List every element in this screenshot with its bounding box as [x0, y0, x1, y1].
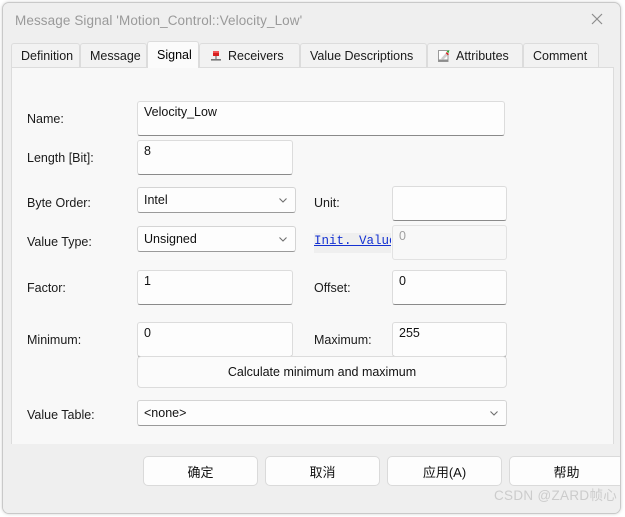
tab-comment[interactable]: Comment — [523, 43, 599, 67]
tab-receivers[interactable]: Receivers — [199, 43, 300, 67]
calculate-min-max-button[interactable]: Calculate minimum and maximum — [137, 356, 507, 388]
node-icon — [209, 49, 223, 63]
byte-order-value: Intel — [144, 193, 168, 207]
name-input[interactable]: Velocity_Low — [137, 101, 505, 136]
chevron-down-icon — [277, 233, 289, 245]
tab-label: Comment — [533, 48, 588, 63]
minimum-label: Minimum: — [27, 333, 82, 347]
offset-input[interactable]: 0 — [392, 270, 507, 305]
close-button[interactable] — [574, 3, 620, 35]
factor-label: Factor: — [27, 281, 66, 295]
init-value-input: 0 — [392, 225, 507, 260]
message-signal-dialog: Message Signal 'Motion_Control::Velocity… — [2, 2, 621, 514]
tab-definition[interactable]: Definition — [11, 43, 80, 67]
offset-label: Offset: — [314, 281, 351, 295]
tab-strip: Definition Message Signal Receivers Valu… — [3, 41, 620, 68]
name-label: Name: — [27, 112, 64, 126]
tab-message[interactable]: Message — [80, 43, 147, 67]
unit-label: Unit: — [314, 196, 340, 210]
tab-label: Value Descriptions — [310, 48, 414, 63]
dialog-footer: 确定 取消 应用(A) 帮助 — [3, 444, 620, 513]
tab-signal[interactable]: Signal — [147, 41, 199, 68]
help-button[interactable]: 帮助 — [509, 456, 620, 486]
pencil-icon — [437, 49, 451, 63]
value-table-select[interactable]: <none> — [137, 400, 507, 426]
apply-button[interactable]: 应用(A) — [387, 456, 502, 486]
cancel-button[interactable]: 取消 — [265, 456, 380, 486]
maximum-label: Maximum: — [314, 333, 372, 347]
tab-value-descriptions[interactable]: Value Descriptions — [300, 43, 427, 67]
value-type-value: Unsigned — [144, 232, 197, 246]
ok-button[interactable]: 确定 — [143, 456, 258, 486]
tab-label: Signal — [157, 48, 192, 62]
value-type-label: Value Type: — [27, 235, 92, 249]
length-input[interactable]: 8 — [137, 140, 293, 175]
close-icon — [591, 13, 603, 25]
length-label: Length [Bit]: — [27, 151, 94, 165]
chevron-down-icon — [488, 407, 500, 419]
tab-label: Definition — [21, 48, 74, 63]
value-type-select[interactable]: Unsigned — [137, 226, 296, 252]
window-title: Message Signal 'Motion_Control::Velocity… — [15, 13, 303, 28]
tab-label: Message — [90, 48, 141, 63]
value-table-label: Value Table: — [27, 408, 95, 422]
minimum-input[interactable]: 0 — [137, 322, 293, 357]
chevron-down-icon — [277, 194, 289, 206]
value-table-value: <none> — [144, 406, 187, 420]
tab-label: Attributes — [456, 48, 509, 63]
byte-order-label: Byte Order: — [27, 196, 91, 210]
init-value-link-label[interactable]: Init. Value: — [314, 233, 391, 253]
factor-input[interactable]: 1 — [137, 270, 293, 305]
tab-attributes[interactable]: Attributes — [427, 43, 523, 67]
unit-input[interactable] — [392, 186, 507, 221]
signal-form-panel: Name: Velocity_Low Length [Bit]: 8 Byte … — [11, 67, 614, 446]
byte-order-select[interactable]: Intel — [137, 187, 296, 213]
tab-label: Receivers — [228, 48, 284, 63]
maximum-input[interactable]: 255 — [392, 322, 507, 357]
title-bar: Message Signal 'Motion_Control::Velocity… — [3, 3, 620, 41]
